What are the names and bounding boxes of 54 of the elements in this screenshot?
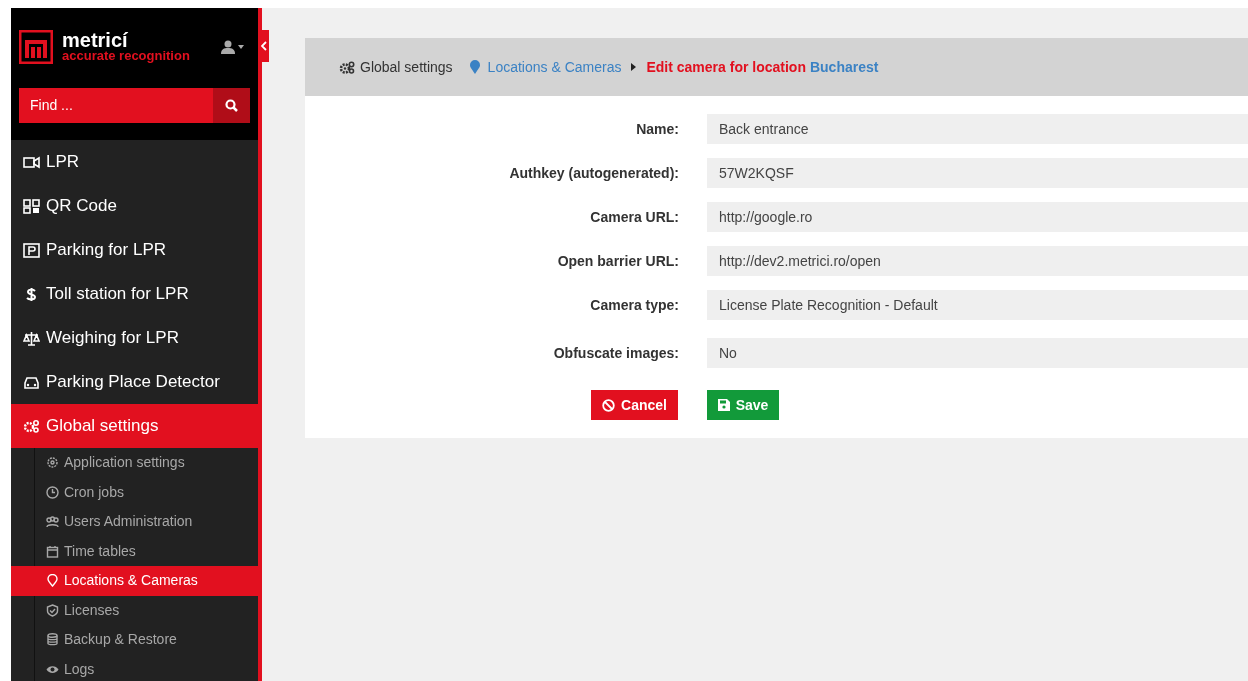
submenu-item[interactable]: Application settings: [11, 448, 258, 478]
brand-name: metricí: [62, 31, 129, 49]
field-label: Camera type:: [589, 295, 679, 315]
map-marker-icon: [46, 574, 59, 588]
parking-sign-icon: [23, 242, 40, 258]
shield-check-icon: [46, 603, 59, 617]
gears-icon: [23, 418, 40, 434]
sidebar-item[interactable]: Global settings: [11, 404, 258, 448]
input-field[interactable]: License Plate Recognition - Default: [707, 290, 1248, 320]
save-button[interactable]: Save: [707, 390, 779, 420]
brand-tagline: accurate recognition: [62, 49, 190, 63]
clock-icon: [46, 485, 59, 499]
caret-right-icon: [631, 63, 637, 71]
field-label: Authkey (autogenerated):: [508, 163, 679, 183]
balance-scale-icon: [23, 330, 40, 346]
chevron-left-icon: [260, 41, 267, 51]
submenu-item[interactable]: Licenses: [11, 595, 258, 625]
submenu-item[interactable]: Time tables: [11, 536, 258, 566]
submenu-item[interactable]: Logs: [11, 654, 258, 681]
logo-icon: [19, 30, 53, 64]
submenu-item[interactable]: Users Administration: [11, 507, 258, 537]
input-field[interactable]: http://google.ro: [707, 202, 1248, 232]
page-title: Edit camera for location: [646, 57, 806, 77]
input-field[interactable]: No: [707, 338, 1248, 368]
submenu-item[interactable]: Locations & Cameras: [11, 566, 258, 596]
user-icon: [221, 40, 235, 54]
gear-icon: [46, 456, 59, 470]
input-field[interactable]: Back entrance: [707, 114, 1248, 144]
map-marker-icon: [469, 60, 480, 74]
search-field[interactable]: Find ...: [19, 88, 213, 123]
breadcrumb-link[interactable]: Global settings: [360, 56, 453, 78]
field-label: Obfuscate images:: [552, 343, 679, 363]
ban-icon: [602, 398, 616, 412]
car-icon: [23, 374, 40, 390]
gears-icon: [339, 60, 355, 74]
submenu-item[interactable]: Cron jobs: [11, 477, 258, 507]
users-icon: [46, 515, 59, 529]
calendar-icon: [46, 544, 59, 558]
caret-down-icon: [238, 45, 244, 49]
database-icon: [46, 633, 59, 647]
field-label: Open barrier URL:: [556, 251, 679, 271]
cancel-button[interactable]: Cancel: [591, 390, 678, 420]
search-icon: [225, 99, 238, 112]
video-camera-icon: [23, 154, 40, 170]
qr-code-icon: [23, 198, 40, 214]
field-label: Camera URL:: [589, 207, 679, 227]
submenu-item[interactable]: Backup & Restore: [11, 625, 258, 655]
input-field[interactable]: http://dev2.metrici.ro/open: [707, 246, 1248, 276]
user-menu-button[interactable]: [221, 40, 244, 54]
input-field[interactable]: 57W2KQSF: [707, 158, 1248, 188]
location-name: Bucharest: [809, 57, 879, 77]
search-button[interactable]: [213, 88, 250, 123]
collapse-button[interactable]: [258, 30, 269, 62]
field-label: Name:: [635, 119, 679, 139]
